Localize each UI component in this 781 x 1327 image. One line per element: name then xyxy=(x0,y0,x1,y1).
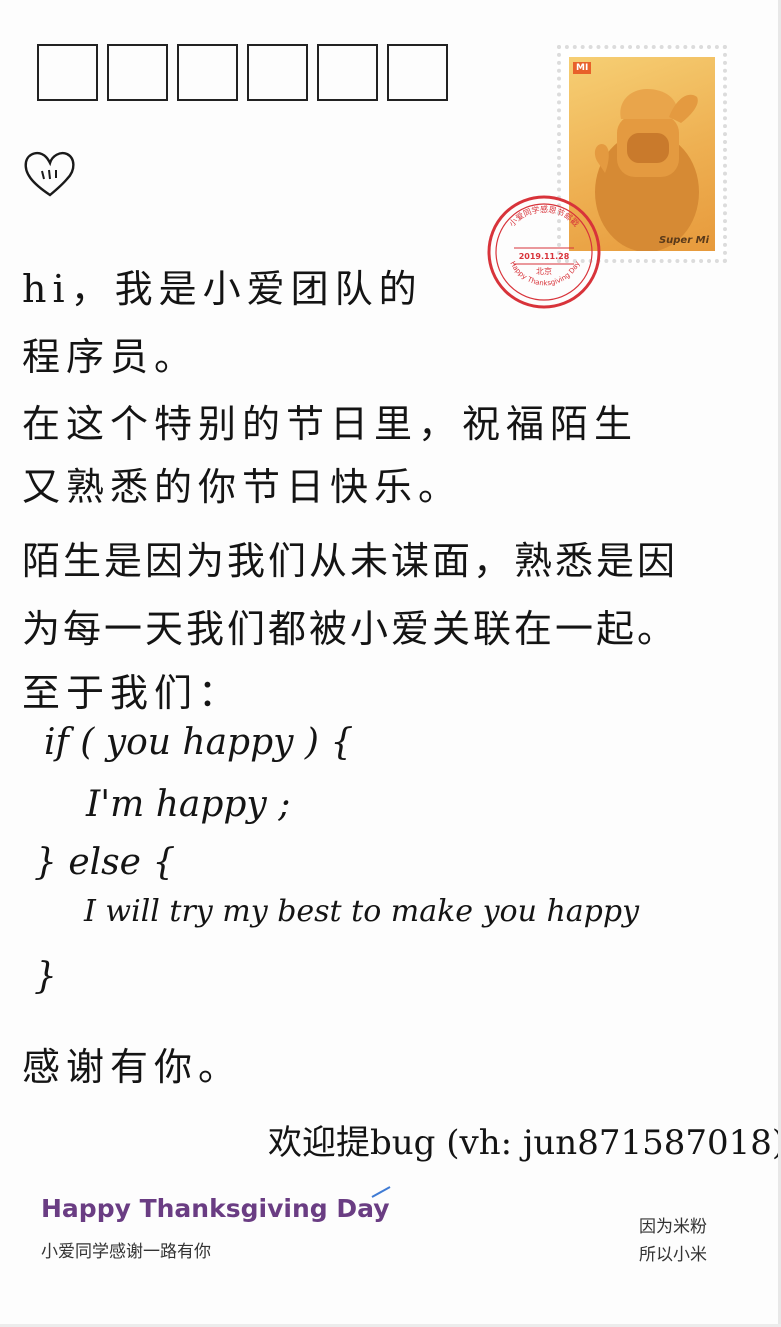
slogan-line-1: 因为米粉 xyxy=(639,1217,707,1237)
stamp-brand: Super Mi xyxy=(658,235,709,246)
footer-title: Happy Thanksgiving Day xyxy=(41,1194,390,1223)
signature: 欢迎提bug (vh: jun871587018) xyxy=(268,1123,781,1163)
letter-line: 在这个特别的节日里，祝福陌生 xyxy=(22,402,639,446)
heart-doodle-icon xyxy=(24,151,75,197)
letter-code-line: } else { xyxy=(34,842,176,883)
svg-text:2019.11.28: 2019.11.28 xyxy=(519,252,570,261)
letter-line: 感谢有你。 xyxy=(22,1045,243,1089)
letter-line: 至于我们： xyxy=(22,671,243,715)
letter-code-line: I will try my best to make you happy xyxy=(84,894,640,929)
postcode-box[interactable] xyxy=(387,44,448,101)
letter-code-line: I'm happy ; xyxy=(86,784,291,825)
postmark-seal: 小爱同学感恩节邮戳 Happy Thanksgiving Day 2019.11… xyxy=(487,195,601,309)
letter-line: 为每一天我们都被小爱关联在一起。 xyxy=(22,607,679,651)
letter-code-line: } xyxy=(34,956,57,997)
svg-text:小爱同学感恩节邮戳: 小爱同学感恩节邮戳 xyxy=(507,204,581,228)
svg-text:北京: 北京 xyxy=(536,266,552,276)
postcode-box[interactable] xyxy=(317,44,378,101)
letter-line: hi，我是小爱团队的 xyxy=(22,267,423,311)
postcode-boxes xyxy=(37,44,448,101)
letter-line: 程序员。 xyxy=(22,335,199,379)
letter-line: 又熟悉的你节日快乐。 xyxy=(22,465,463,509)
postcode-box[interactable] xyxy=(247,44,308,101)
postcode-box[interactable] xyxy=(177,44,238,101)
postcode-box[interactable] xyxy=(107,44,168,101)
letter-line: 陌生是因为我们从未谋面，熟悉是因 xyxy=(22,539,679,583)
postcode-box[interactable] xyxy=(37,44,98,101)
letter-code-line: if ( you happy ) { xyxy=(44,722,354,763)
slogan-line-2: 所以小米 xyxy=(639,1245,707,1265)
footer-subtitle: 小爱同学感谢一路有你 xyxy=(41,1242,211,1262)
postcard: MI Super Mi 小爱同学感恩节邮戳 Happy Thanksgiving… xyxy=(0,0,781,1327)
